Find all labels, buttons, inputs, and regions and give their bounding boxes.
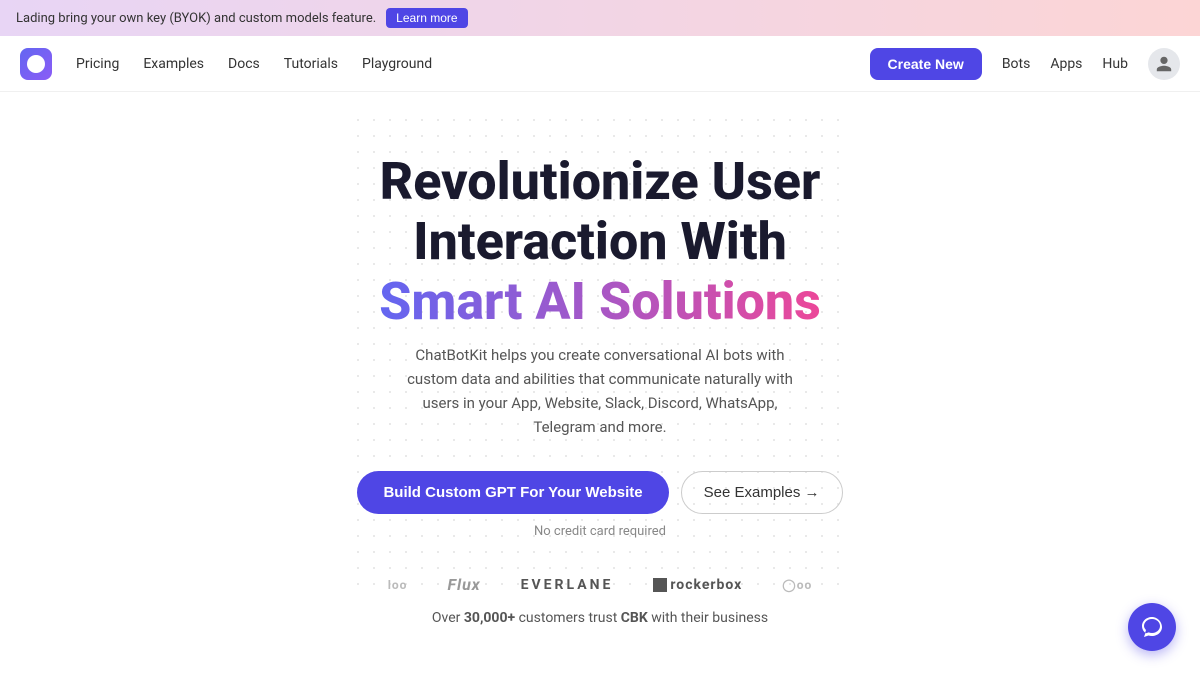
nav-bots[interactable]: Bots: [1002, 56, 1031, 72]
logo-icon: [27, 55, 45, 73]
nav-apps[interactable]: Apps: [1050, 56, 1082, 72]
nav-right: Create New Bots Apps Hub: [870, 48, 1180, 80]
logo-other: ◯oo: [782, 578, 812, 592]
build-gpt-button[interactable]: Build Custom GPT For Your Website: [357, 471, 668, 514]
user-avatar[interactable]: [1148, 48, 1180, 80]
logos-section: loo Flux EVERLANE rockerbox ◯oo: [388, 575, 813, 594]
logo[interactable]: [20, 48, 52, 80]
logo-rockerbox: rockerbox: [653, 577, 742, 593]
hero-subtitle: ChatBotKit helps you create conversation…: [390, 343, 810, 439]
nav-hub[interactable]: Hub: [1102, 56, 1128, 72]
hero-section: Revolutionize User Interaction With Smar…: [0, 92, 1200, 666]
nav-playground[interactable]: Playground: [362, 56, 432, 72]
create-new-button[interactable]: Create New: [870, 48, 982, 80]
navbar: Pricing Examples Docs Tutorials Playgrou…: [0, 36, 1200, 92]
hero-title-line2: Interaction With: [413, 211, 787, 272]
nav-examples[interactable]: Examples: [143, 56, 204, 72]
nav-tutorials[interactable]: Tutorials: [284, 56, 338, 72]
logo-loo: loo: [388, 578, 408, 592]
nav-links: Pricing Examples Docs Tutorials Playgrou…: [76, 56, 870, 72]
trust-brand: CBK: [621, 610, 648, 626]
chat-float-button[interactable]: [1128, 603, 1176, 651]
logo-flux: Flux: [447, 575, 480, 594]
trust-count: 30,000+: [464, 610, 515, 626]
hero-buttons: Build Custom GPT For Your Website See Ex…: [357, 471, 842, 514]
learn-more-button[interactable]: Learn more: [386, 8, 467, 28]
nav-docs[interactable]: Docs: [228, 56, 260, 72]
trust-text: Over 30,000+ customers trust CBK with th…: [432, 610, 768, 626]
trust-post: with their business: [648, 610, 768, 626]
no-credit-card-text: No credit card required: [357, 524, 842, 539]
announcement-bar: Lading bring your own key (BYOK) and cus…: [0, 0, 1200, 36]
logo-everlane: EVERLANE: [521, 577, 614, 593]
nav-pricing[interactable]: Pricing: [76, 56, 119, 72]
hero-title-line1: Revolutionize User: [380, 151, 821, 212]
see-examples-button[interactable]: See Examples →: [681, 471, 843, 514]
trust-mid: customers trust: [515, 610, 621, 626]
hero-title: Revolutionize User Interaction With Smar…: [357, 152, 842, 331]
announcement-text: Lading bring your own key (BYOK) and cus…: [16, 11, 376, 26]
hero-content: Revolutionize User Interaction With Smar…: [357, 152, 842, 575]
hero-title-gradient: Smart AI Solutions: [379, 271, 821, 332]
trust-pre: Over: [432, 610, 464, 626]
